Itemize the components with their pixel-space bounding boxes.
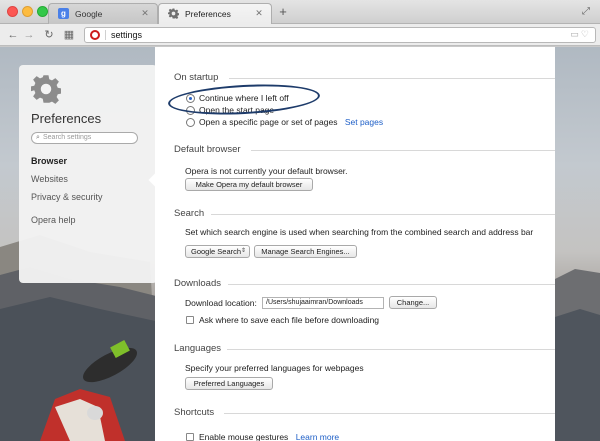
back-arrow-icon[interactable]: ← <box>6 28 20 42</box>
preferences-sidebar: Preferences ⌕ Search settings Browser We… <box>19 65 166 283</box>
ask-save-label[interactable]: Ask where to save each file before downl… <box>199 315 379 325</box>
speed-dial-grid-icon[interactable]: ▦ <box>62 28 76 42</box>
opera-logo-icon <box>90 30 100 40</box>
fullscreen-icon[interactable]: ⤢ <box>580 6 592 18</box>
title-bar: g Google ✕ Preferences ✕ + ⤢ <box>0 0 600 24</box>
window-minimize-button[interactable] <box>22 6 33 17</box>
tab-label: Preferences <box>185 9 231 19</box>
mouse-gestures-label: Enable mouse gestures Learn more <box>199 432 339 441</box>
preferences-page: On startup Continue where I left off Ope… <box>155 47 555 441</box>
ask-save-checkbox[interactable] <box>186 316 194 324</box>
mouse-gestures-checkbox[interactable] <box>186 433 194 441</box>
content-area: Preferences ⌕ Search settings Browser We… <box>0 47 600 441</box>
address-input[interactable]: settings <box>111 30 142 40</box>
section-heading-search: Search <box>174 208 205 219</box>
sidebar-item-privacy-security[interactable]: Privacy & security <box>31 192 103 202</box>
stash-heart-icons[interactable]: ▭♡ <box>570 29 591 40</box>
sidebar-item-browser[interactable]: Browser <box>31 156 67 166</box>
mouse-gestures-text[interactable]: Enable mouse gestures <box>199 432 288 441</box>
reload-icon[interactable]: ↻ <box>42 28 56 42</box>
languages-description: Specify your preferred languages for web… <box>185 363 364 373</box>
set-pages-link[interactable]: Set pages <box>345 117 383 127</box>
sidebar-title: Preferences <box>31 111 102 126</box>
section-divider <box>228 284 555 285</box>
section-heading-default-browser: Default browser <box>174 144 241 155</box>
gear-icon <box>31 75 61 104</box>
section-divider <box>211 214 555 215</box>
section-heading-shortcuts: Shortcuts <box>174 407 215 418</box>
section-divider <box>229 78 555 79</box>
search-placeholder: Search settings <box>43 134 92 141</box>
search-icon: ⌕ <box>36 134 40 141</box>
search-settings-input[interactable]: ⌕ Search settings <box>31 132 138 144</box>
section-heading-languages: Languages <box>174 343 222 354</box>
forward-arrow-icon[interactable]: → <box>22 28 36 42</box>
annotation-oval <box>167 81 321 118</box>
default-browser-status: Opera is not currently your default brow… <box>185 166 348 176</box>
toolbar: ← → ↻ ▦ settings ▭♡ <box>0 24 600 46</box>
download-location-field[interactable]: /Users/shujaaimran/Downloads <box>262 297 384 309</box>
section-divider <box>251 150 555 151</box>
change-location-button[interactable]: Change... <box>389 296 437 309</box>
specific-pages-text[interactable]: Open a specific page or set of pages <box>199 117 337 127</box>
tab-preferences[interactable]: Preferences ✕ <box>158 3 272 24</box>
search-engine-value: Google Search <box>191 247 242 256</box>
radio-specific-pages[interactable] <box>186 118 195 127</box>
sidebar-item-websites[interactable]: Websites <box>31 174 68 184</box>
sidebar-item-opera-help[interactable]: Opera help <box>31 215 76 225</box>
address-divider <box>105 30 106 40</box>
section-divider <box>224 413 555 414</box>
tab-label: Google <box>75 9 103 19</box>
window-close-button[interactable] <box>7 6 18 17</box>
manage-search-engines-button[interactable]: Manage Search Engines... <box>254 245 357 258</box>
learn-more-link[interactable]: Learn more <box>296 432 339 441</box>
section-heading-on-startup: On startup <box>174 72 219 83</box>
close-tab-icon[interactable]: ✕ <box>140 8 150 18</box>
tab-google[interactable]: g Google ✕ <box>48 3 158 24</box>
download-location-label: Download location: <box>185 298 257 308</box>
close-tab-icon[interactable]: ✕ <box>254 8 264 18</box>
radio-label-specific-pages: Open a specific page or set of pages Set… <box>199 117 383 127</box>
preferred-languages-button[interactable]: Preferred Languages <box>185 377 273 390</box>
section-heading-downloads: Downloads <box>174 278 221 289</box>
new-tab-icon[interactable]: + <box>276 5 290 19</box>
search-engine-select[interactable]: Google Search ⇕ <box>185 245 250 258</box>
window-zoom-button[interactable] <box>37 6 48 17</box>
gear-icon <box>168 8 179 19</box>
google-icon: g <box>58 8 69 19</box>
section-divider <box>227 349 555 350</box>
search-description: Set which search engine is used when sea… <box>185 227 534 237</box>
select-arrows-icon: ⇕ <box>240 248 246 254</box>
make-default-button[interactable]: Make Opera my default browser <box>185 178 313 191</box>
address-bar[interactable]: settings ▭♡ <box>84 27 596 43</box>
